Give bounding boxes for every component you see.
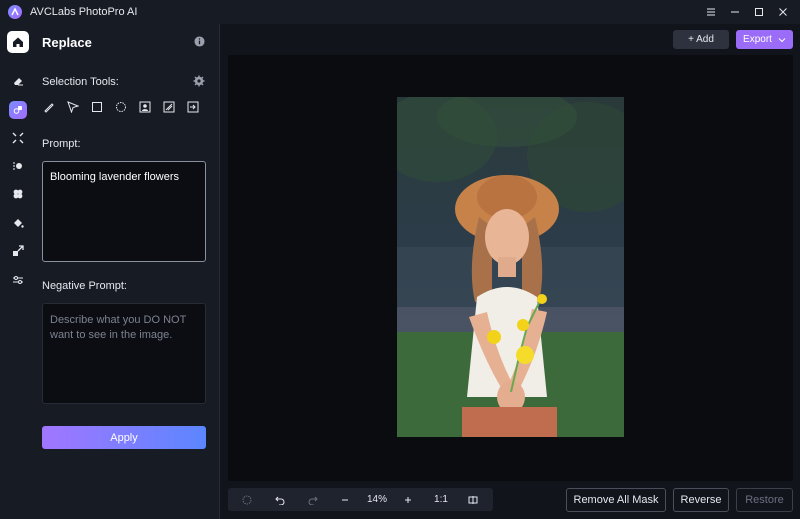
auto-select-icon[interactable] <box>163 101 175 113</box>
upscale-icon[interactable] <box>7 127 29 149</box>
eraser-icon[interactable] <box>7 70 29 92</box>
export-button[interactable]: Export <box>736 30 793 49</box>
fill-icon[interactable] <box>7 212 29 234</box>
remove-all-mask-button[interactable]: Remove All Mask <box>566 488 666 512</box>
ellipse-select-icon[interactable] <box>115 101 127 113</box>
selection-tools <box>43 101 211 113</box>
rectangle-select-icon[interactable] <box>91 101 103 113</box>
menu-icon[interactable] <box>700 1 722 23</box>
restore-button[interactable]: Restore <box>736 488 793 512</box>
adjust-icon[interactable] <box>7 269 29 291</box>
photo-image <box>397 97 624 437</box>
maximize-icon[interactable] <box>748 1 770 23</box>
chevron-down-icon <box>778 37 786 42</box>
zoom-in-icon[interactable] <box>401 488 415 511</box>
import-mask-icon[interactable] <box>187 101 199 113</box>
export-button-label: Export <box>743 34 772 45</box>
gear-icon[interactable] <box>193 75 205 87</box>
title-bar: AVCLabs PhotoPro AI <box>0 0 800 24</box>
home-icon[interactable] <box>7 31 29 53</box>
background-icon[interactable] <box>7 155 29 177</box>
subject-select-icon[interactable] <box>139 101 151 113</box>
add-button-label: + Add <box>688 34 714 45</box>
info-icon[interactable] <box>194 36 205 47</box>
tool-rail <box>0 24 36 519</box>
actual-size-button[interactable]: 1:1 <box>431 488 451 511</box>
crop-icon[interactable] <box>7 240 29 262</box>
replace-icon[interactable] <box>9 101 27 119</box>
zoom-value: 14% <box>366 494 387 505</box>
minimize-icon[interactable] <box>724 1 746 23</box>
undo-icon[interactable] <box>273 488 287 511</box>
negative-prompt-input[interactable] <box>42 303 206 404</box>
zoom-out-icon[interactable] <box>338 488 352 511</box>
lasso-icon[interactable] <box>67 101 79 113</box>
lasso-reset-icon[interactable] <box>240 488 254 511</box>
app-logo-icon <box>8 5 22 19</box>
app-title: AVCLabs PhotoPro AI <box>30 6 138 18</box>
prompt-input[interactable]: Blooming lavender flowers <box>42 161 206 262</box>
selection-tools-label: Selection Tools: <box>42 76 119 88</box>
redo-icon[interactable] <box>306 488 320 511</box>
zoom-controls: 14% 1:1 <box>228 488 493 511</box>
panel-title: Replace <box>42 35 92 50</box>
reverse-button[interactable]: Reverse <box>673 488 729 512</box>
brush-icon[interactable] <box>43 101 55 113</box>
replace-panel: Replace Selection Tools: Prompt: Bloomin… <box>36 24 220 519</box>
apply-button[interactable]: Apply <box>42 426 206 449</box>
close-icon[interactable] <box>772 1 794 23</box>
add-button[interactable]: + Add <box>673 30 729 49</box>
image-canvas[interactable] <box>228 55 793 481</box>
prompt-label: Prompt: <box>42 138 81 150</box>
colorize-icon[interactable] <box>7 183 29 205</box>
negative-prompt-label: Negative Prompt: <box>42 280 127 292</box>
compare-icon[interactable] <box>466 488 480 511</box>
